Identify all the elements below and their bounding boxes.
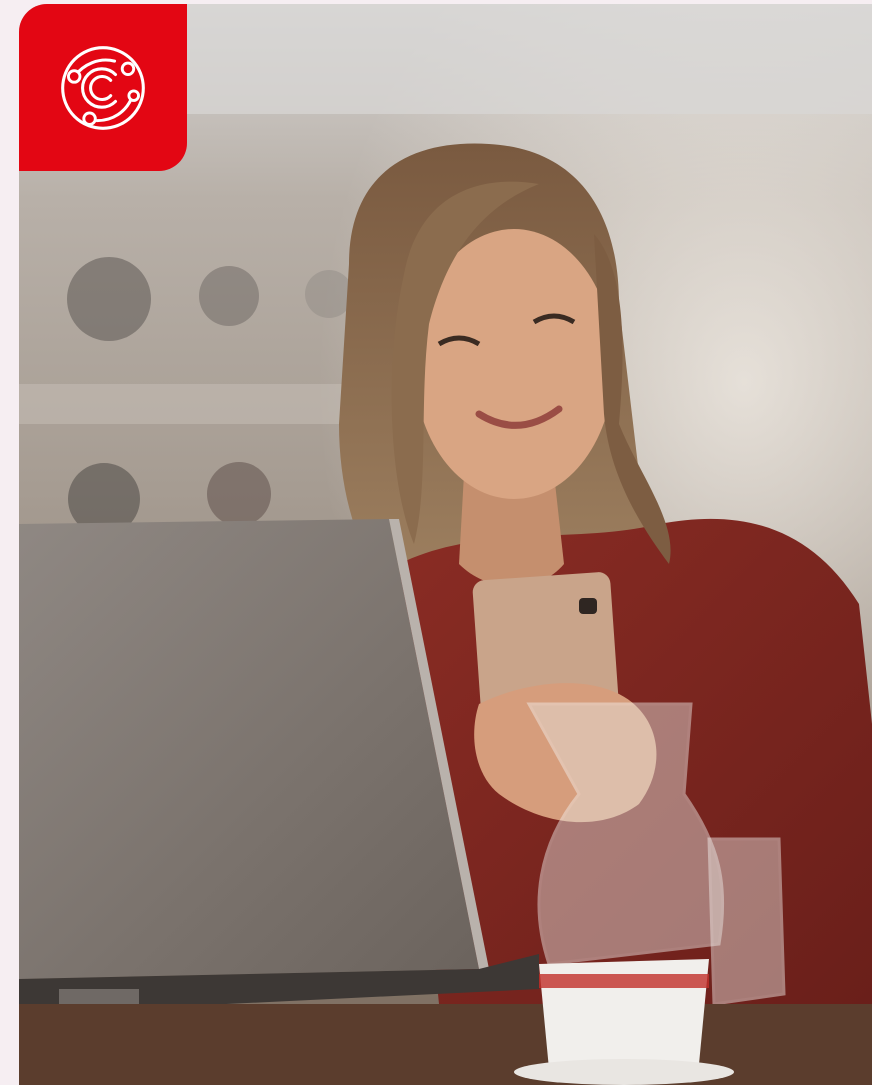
- brand-badge: [19, 4, 187, 171]
- orbit-c-logo-icon: [61, 45, 145, 130]
- page: [0, 0, 872, 1085]
